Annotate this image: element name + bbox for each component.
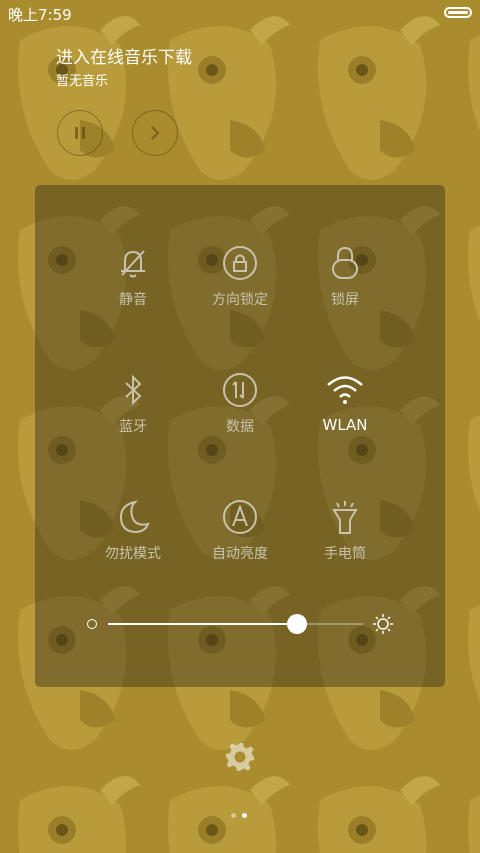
brightness-track[interactable] [108, 623, 363, 625]
moon-icon [119, 500, 150, 534]
toggle-label: 手电筒 [324, 546, 366, 562]
bell-off-icon [121, 250, 145, 278]
page-dot [231, 813, 236, 818]
mobile-data-icon [223, 373, 257, 407]
lock-icon [332, 246, 358, 279]
brightness-low-icon [87, 619, 97, 629]
toggle-label: WLAN [322, 416, 368, 434]
status-bar: 晚上7:59 [0, 0, 480, 28]
toggle-lock-screen[interactable]: 锁屏 [280, 243, 410, 343]
pause-button[interactable] [57, 110, 103, 156]
status-time: 晚上7:59 [8, 6, 72, 24]
next-button[interactable] [132, 110, 178, 156]
wifi-icon [327, 376, 363, 404]
pause-icon [75, 127, 85, 139]
brightness-slider[interactable] [85, 612, 395, 638]
auto-brightness-icon [223, 500, 257, 534]
toggle-wlan[interactable]: WLAN [280, 370, 410, 470]
brightness-track-fill [108, 623, 297, 625]
brightness-high-icon [373, 614, 393, 634]
battery-icon [444, 7, 472, 18]
toggle-label: 锁屏 [331, 292, 359, 308]
brightness-knob[interactable] [286, 614, 307, 634]
page-dot-active [242, 813, 247, 818]
rotation-lock-icon [223, 246, 257, 280]
music-title[interactable]: 进入在线音乐下载 [56, 43, 192, 68]
music-subtitle: 暂无音乐 [56, 74, 109, 89]
page-indicator [231, 813, 251, 819]
chevron-right-icon [151, 126, 160, 140]
toggle-flashlight[interactable]: 手电筒 [280, 497, 410, 597]
settings-gear-icon[interactable] [224, 741, 256, 773]
flashlight-icon [332, 501, 358, 534]
bluetooth-icon [125, 374, 142, 406]
